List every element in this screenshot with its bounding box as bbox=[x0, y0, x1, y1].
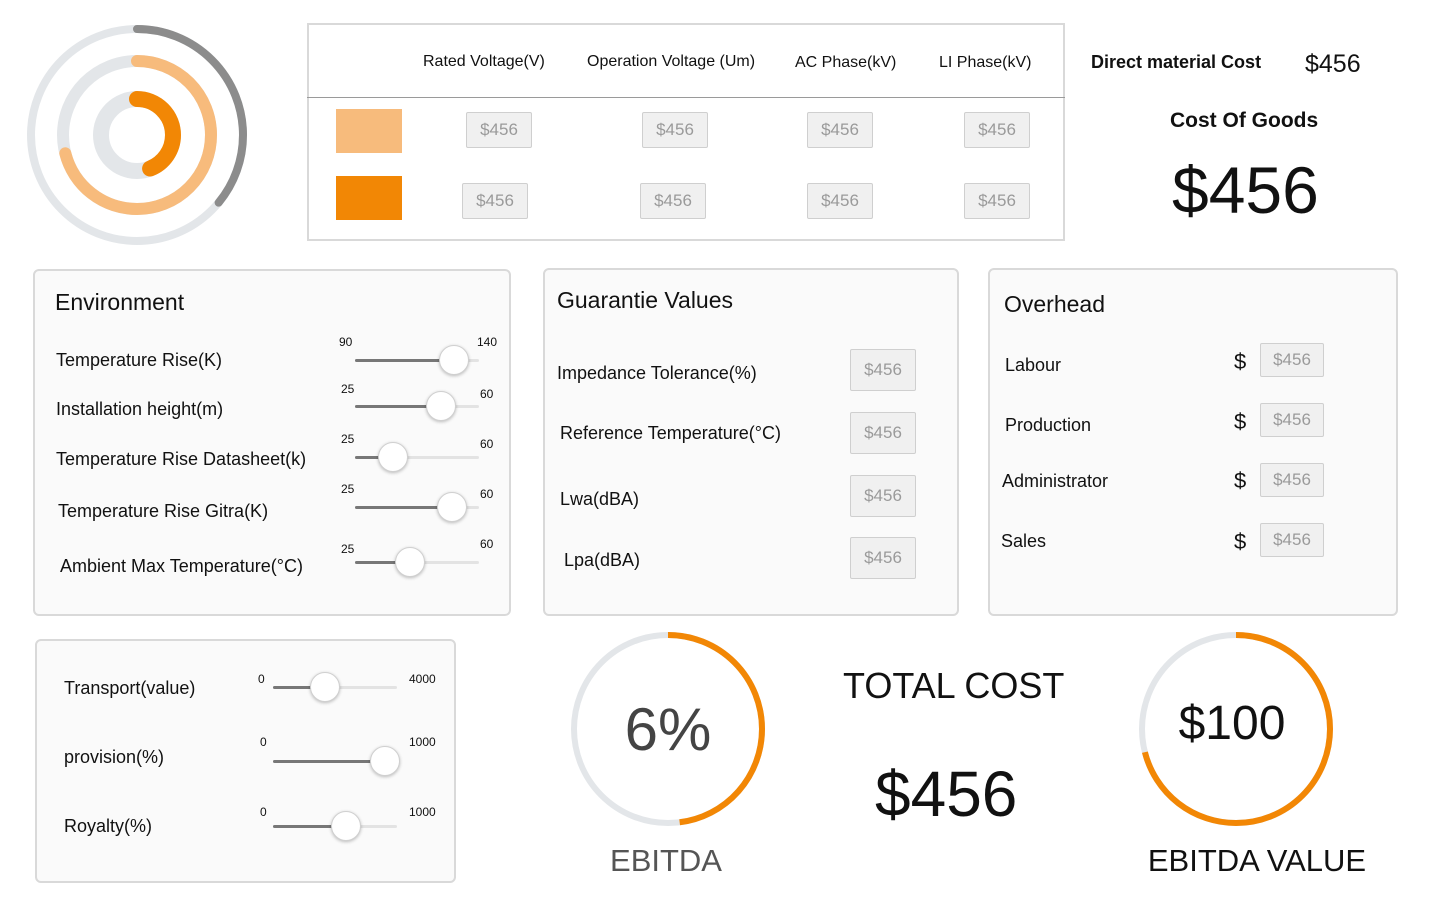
table-cell-input[interactable]: $456 bbox=[964, 183, 1030, 219]
currency-symbol: $ bbox=[1234, 468, 1247, 493]
guarantee-values-panel: Guarantie Values Impedance Tolerance(%) … bbox=[543, 268, 959, 616]
table-cell-input[interactable]: $456 bbox=[964, 112, 1030, 148]
panel-title: Guarantie Values bbox=[557, 287, 734, 313]
slider-max: 60 bbox=[480, 387, 494, 401]
lwa-input[interactable]: $456 bbox=[850, 475, 916, 517]
slider-thumb[interactable] bbox=[331, 811, 362, 841]
concentric-rings-gauge bbox=[27, 25, 247, 245]
currency-symbol: $ bbox=[1234, 529, 1247, 554]
slider-label: Temperature Rise Datasheet(k) bbox=[56, 449, 307, 469]
impedance-tolerance-label: Impedance Tolerance(%) bbox=[557, 363, 757, 383]
slider-min: 0 bbox=[258, 672, 265, 686]
slider-min: 0 bbox=[260, 735, 267, 749]
reference-temperature-input[interactable]: $456 bbox=[850, 412, 916, 454]
column-header-rated-voltage: Rated Voltage(V) bbox=[423, 53, 545, 70]
row-color-swatch bbox=[336, 109, 402, 153]
slider-label: Transport(value) bbox=[64, 678, 196, 698]
sales-input[interactable]: $456 bbox=[1260, 523, 1324, 557]
slider-min: 25 bbox=[341, 482, 355, 496]
column-header-li-phase: LI Phase(kV) bbox=[939, 54, 1032, 71]
temperature-rise-slider[interactable] bbox=[355, 345, 479, 375]
lwa-label: Lwa(dBA) bbox=[560, 489, 640, 509]
labour-input[interactable]: $456 bbox=[1260, 343, 1324, 377]
slider-max: 140 bbox=[477, 335, 498, 349]
slider-thumb[interactable] bbox=[425, 391, 456, 421]
row-color-swatch bbox=[336, 176, 402, 220]
table-cell-input[interactable]: $456 bbox=[807, 112, 873, 148]
total-cost-value: $456 bbox=[875, 758, 1018, 830]
slider-label: Temperature Rise Gitra(K) bbox=[58, 501, 269, 521]
slider-thumb[interactable] bbox=[369, 746, 400, 776]
slider-min: 25 bbox=[341, 382, 355, 396]
royalty-slider[interactable] bbox=[273, 811, 397, 841]
cost-of-goods-value: $456 bbox=[1172, 153, 1319, 227]
impedance-tolerance-input[interactable]: $456 bbox=[850, 349, 916, 391]
total-cost-label: TOTAL COST bbox=[843, 665, 1065, 706]
ebitda-percent: 6% bbox=[624, 696, 712, 763]
table-cell-input[interactable]: $456 bbox=[807, 183, 873, 219]
slider-max: 1000 bbox=[409, 735, 436, 749]
installation-height-slider[interactable] bbox=[355, 391, 479, 421]
slider-min: 0 bbox=[260, 805, 267, 819]
table-cell-input[interactable]: $456 bbox=[640, 183, 706, 219]
temperature-rise-gitra-slider[interactable] bbox=[355, 492, 479, 522]
administrator-label: Administrator bbox=[1002, 471, 1109, 491]
slider-max: 60 bbox=[480, 437, 494, 451]
currency-symbol: $ bbox=[1234, 409, 1247, 434]
provision-slider[interactable] bbox=[273, 746, 400, 776]
slider-max: 60 bbox=[480, 537, 494, 551]
reference-temperature-label: Reference Temperature(°C) bbox=[560, 423, 781, 443]
ebitda-value-label: EBITDA VALUE bbox=[1147, 843, 1367, 878]
panel-title: Environment bbox=[55, 289, 185, 315]
slider-label: Installation height(m) bbox=[56, 399, 224, 419]
ambient-max-temperature-slider[interactable] bbox=[355, 547, 479, 577]
slider-min: 90 bbox=[339, 335, 353, 349]
slider-max: 1000 bbox=[409, 805, 436, 819]
table-header-divider bbox=[307, 97, 1065, 98]
overhead-panel: Overhead Labour $ $456 Production $ $456… bbox=[988, 268, 1398, 616]
slider-thumb[interactable] bbox=[310, 672, 341, 702]
slider-thumb[interactable] bbox=[394, 547, 425, 577]
environment-panel: Environment Temperature Rise(K) 90 140 I… bbox=[33, 269, 511, 616]
slider-label: Royalty(%) bbox=[64, 816, 153, 836]
production-label: Production bbox=[1005, 415, 1092, 435]
voltage-table: Rated Voltage(V) Operation Voltage (Um) … bbox=[307, 23, 1065, 241]
slider-label: Temperature Rise(K) bbox=[56, 350, 223, 370]
ebitda-label: EBITDA bbox=[610, 843, 722, 878]
slider-label: provision(%) bbox=[64, 747, 165, 767]
transport-slider[interactable] bbox=[273, 672, 397, 702]
slider-min: 25 bbox=[341, 432, 355, 446]
direct-material-value: $456 bbox=[1305, 50, 1361, 78]
labour-label: Labour bbox=[1005, 355, 1062, 375]
ebitda-value-amount: $100 bbox=[1178, 697, 1286, 750]
currency-symbol: $ bbox=[1234, 349, 1247, 374]
table-cell-input[interactable]: $456 bbox=[466, 112, 532, 148]
slider-max: 60 bbox=[480, 487, 494, 501]
column-header-operation-voltage: Operation Voltage (Um) bbox=[587, 53, 756, 70]
slider-thumb[interactable] bbox=[378, 442, 409, 472]
costs-slider-panel: Transport(value) 0 4000 provision(%) 0 1… bbox=[35, 639, 456, 883]
sales-label: Sales bbox=[1001, 531, 1047, 551]
temperature-rise-datasheet-slider[interactable] bbox=[355, 442, 479, 472]
slider-fill bbox=[273, 760, 385, 763]
administrator-input[interactable]: $456 bbox=[1260, 463, 1324, 497]
table-cell-input[interactable]: $456 bbox=[642, 112, 708, 148]
slider-min: 25 bbox=[341, 542, 355, 556]
table-cell-input[interactable]: $456 bbox=[462, 183, 528, 219]
slider-max: 4000 bbox=[409, 672, 436, 686]
production-input[interactable]: $456 bbox=[1260, 403, 1324, 437]
direct-material-label: Direct material Cost bbox=[1091, 52, 1262, 72]
cost-of-goods-label: Cost Of Goods bbox=[1170, 109, 1319, 132]
slider-label: Ambient Max Temperature(°C) bbox=[60, 556, 303, 576]
slider-thumb[interactable] bbox=[439, 345, 470, 375]
column-header-ac-phase: AC Phase(kV) bbox=[795, 54, 897, 71]
slider-thumb[interactable] bbox=[436, 492, 467, 522]
lpa-label: Lpa(dBA) bbox=[564, 550, 641, 570]
lpa-input[interactable]: $456 bbox=[850, 537, 916, 579]
panel-title: Overhead bbox=[1004, 291, 1106, 317]
